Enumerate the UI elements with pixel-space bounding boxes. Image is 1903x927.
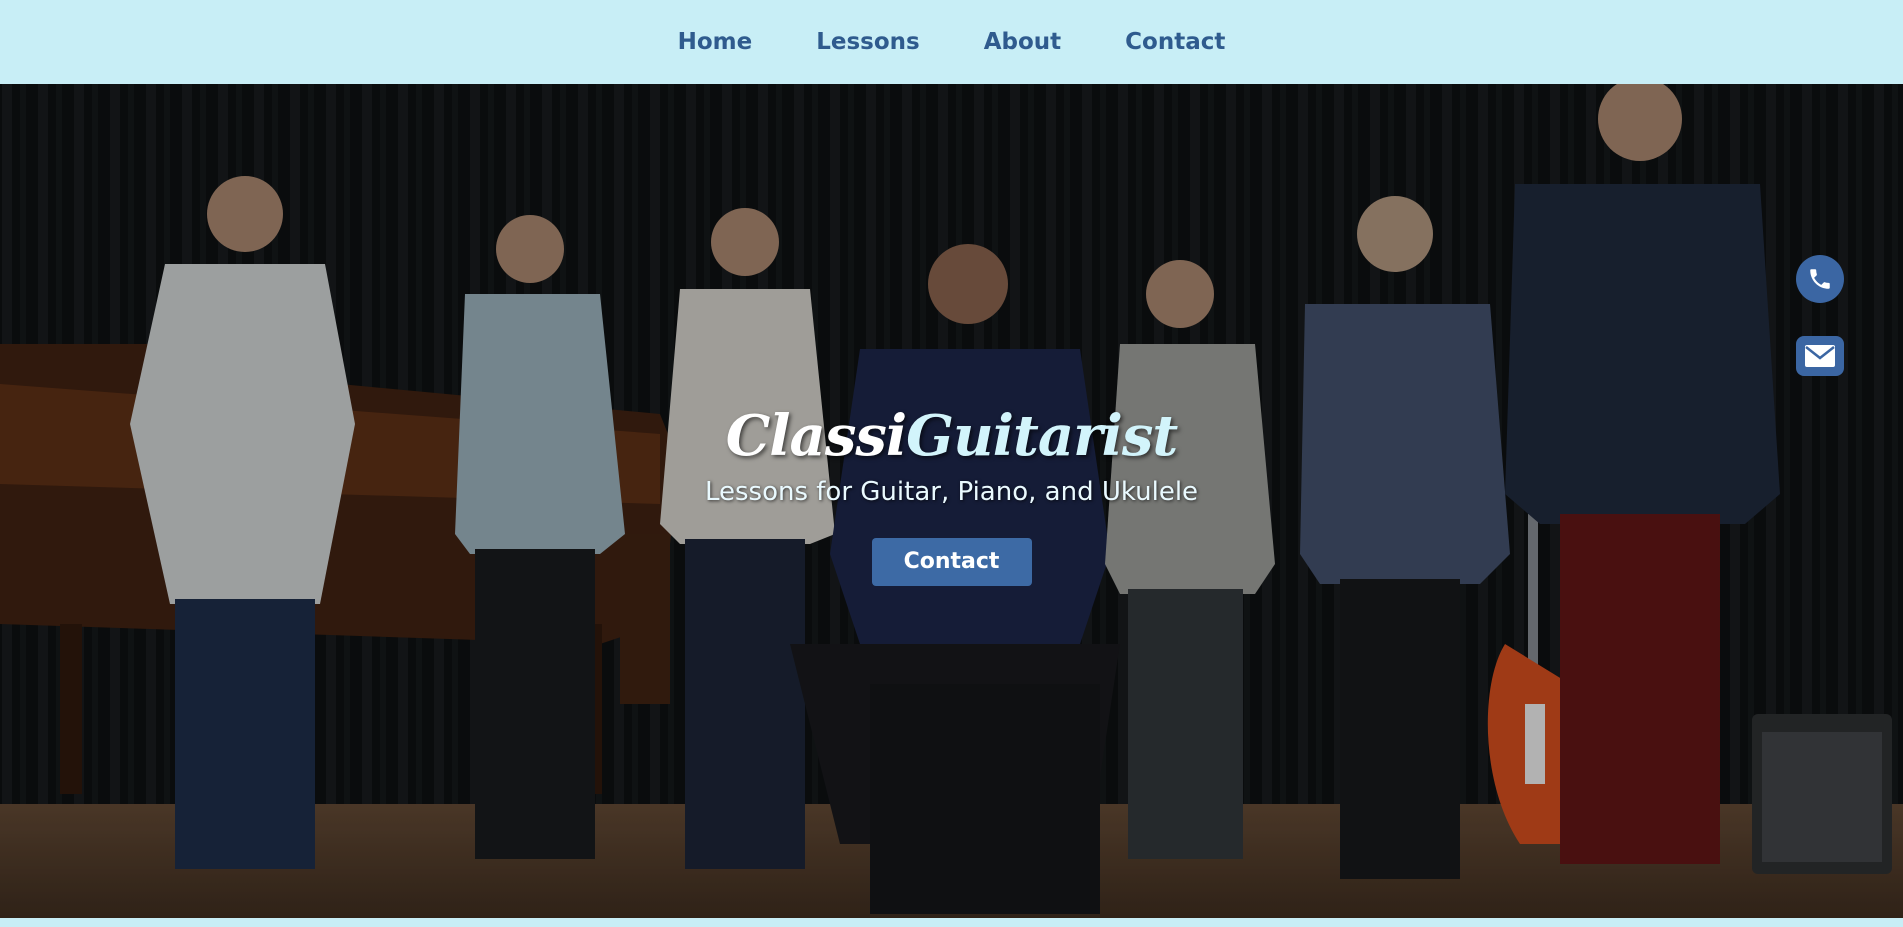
hero-subtitle: Lessons for Guitar, Piano, and Ukulele <box>704 477 1199 507</box>
hero-content: ClassiGuitarist Lessons for Guitar, Pian… <box>0 404 1903 586</box>
brand-second-part: Guitarist <box>906 403 1178 469</box>
hero-section: ClassiGuitarist Lessons for Guitar, Pian… <box>0 84 1903 918</box>
envelope-icon <box>1805 345 1835 367</box>
brand-first-part: Classi <box>725 403 907 469</box>
floating-phone-button[interactable] <box>1796 255 1844 303</box>
bottom-strip <box>0 918 1903 927</box>
top-navigation: Home Lessons About Contact <box>0 0 1903 84</box>
phone-icon <box>1810 269 1830 289</box>
nav-contact-link[interactable]: Contact <box>1125 29 1225 55</box>
hero-contact-button[interactable]: Contact <box>871 538 1032 586</box>
site-logo-title: ClassiGuitarist <box>0 404 1903 470</box>
nav-lessons-link[interactable]: Lessons <box>816 29 920 55</box>
floating-email-button[interactable] <box>1796 336 1844 376</box>
nav-about-link[interactable]: About <box>984 29 1061 55</box>
nav-home-link[interactable]: Home <box>678 29 753 55</box>
